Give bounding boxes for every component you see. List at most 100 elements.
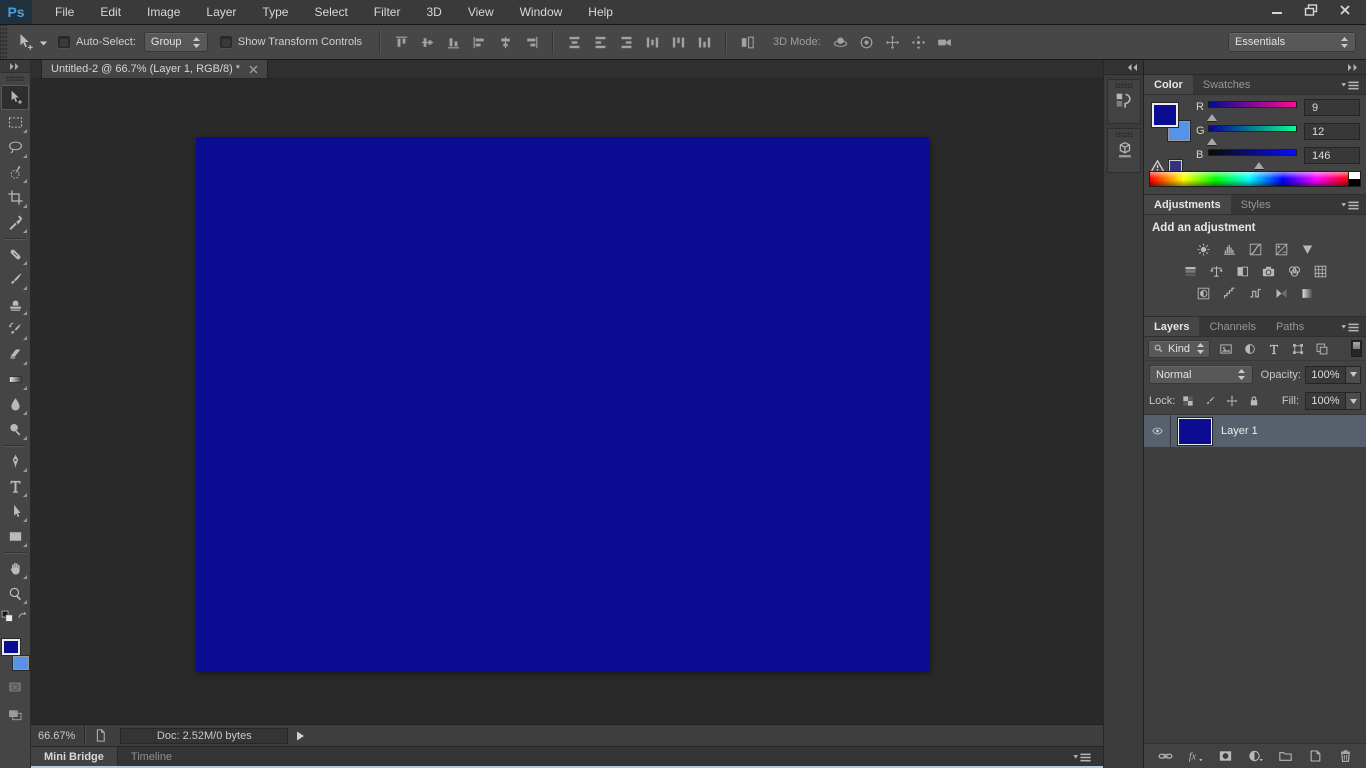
channel-slider-b[interactable] bbox=[1208, 147, 1297, 169]
auto-select-target-select[interactable]: Group bbox=[143, 32, 208, 52]
align-bottom-edges-icon[interactable] bbox=[441, 30, 465, 54]
hue-saturation-icon[interactable] bbox=[1178, 262, 1202, 280]
show-transform-checkbox[interactable] bbox=[219, 36, 232, 48]
align-horizontal-centers-icon[interactable] bbox=[493, 30, 517, 54]
delete-layer-icon[interactable] bbox=[1334, 747, 1356, 766]
hand-tool[interactable] bbox=[1, 556, 29, 581]
zoom-tool[interactable] bbox=[1, 581, 29, 606]
history-brush-tool[interactable] bbox=[1, 317, 29, 342]
panel-menu-icon[interactable] bbox=[1071, 752, 1093, 763]
smart-object-filter-icon[interactable] bbox=[1311, 340, 1332, 358]
brush-tool[interactable] bbox=[1, 267, 29, 292]
3d-slide-icon[interactable] bbox=[907, 30, 931, 54]
filter-toggle-switch[interactable] bbox=[1351, 340, 1362, 357]
visibility-toggle[interactable] bbox=[1144, 415, 1171, 447]
dock-expand-button[interactable] bbox=[1104, 60, 1143, 75]
tab-styles[interactable]: Styles bbox=[1231, 195, 1281, 214]
blur-tool[interactable] bbox=[1, 392, 29, 417]
background-color-swatch[interactable] bbox=[13, 656, 29, 670]
menu-type[interactable]: Type bbox=[249, 0, 301, 24]
distribute-left-edges-icon[interactable] bbox=[640, 30, 664, 54]
channel-slider-r[interactable] bbox=[1206, 99, 1297, 121]
vibrance-icon[interactable] bbox=[1295, 240, 1319, 258]
invert-icon[interactable] bbox=[1191, 284, 1215, 302]
toolbar-grip[interactable] bbox=[6, 76, 24, 81]
color-balance-icon[interactable] bbox=[1204, 262, 1228, 280]
layer-row[interactable]: Layer 1 bbox=[1144, 415, 1366, 447]
lock-all-icon[interactable] bbox=[1245, 392, 1262, 410]
color-lookup-icon[interactable] bbox=[1308, 262, 1332, 280]
canvas-workspace[interactable] bbox=[31, 79, 1103, 724]
distribute-horizontal-centers-icon[interactable] bbox=[666, 30, 690, 54]
auto-select-checkbox[interactable] bbox=[58, 36, 70, 48]
minimize-button[interactable] bbox=[1260, 0, 1294, 19]
menu-select[interactable]: Select bbox=[301, 0, 360, 24]
rectangular-marquee-tool[interactable] bbox=[1, 110, 29, 135]
fill-dropdown-arrow[interactable] bbox=[1346, 392, 1361, 410]
menu-3d[interactable]: 3D bbox=[413, 0, 454, 24]
distribute-right-edges-icon[interactable] bbox=[692, 30, 716, 54]
white-swatch[interactable] bbox=[1349, 172, 1360, 179]
menu-view[interactable]: View bbox=[455, 0, 507, 24]
auto-align-layers-icon[interactable] bbox=[735, 30, 759, 54]
tab-color[interactable]: Color bbox=[1144, 75, 1193, 94]
brightness-contrast-icon[interactable] bbox=[1191, 240, 1215, 258]
status-options-arrow-icon[interactable] bbox=[294, 730, 306, 742]
3d-roll-icon[interactable] bbox=[855, 30, 879, 54]
new-group-icon[interactable] bbox=[1274, 747, 1296, 766]
channel-value-r[interactable]: 9 bbox=[1304, 99, 1360, 116]
threed-panel-button[interactable] bbox=[1106, 128, 1141, 173]
foreground-color-swatch[interactable] bbox=[1152, 103, 1178, 127]
tab-adjustments[interactable]: Adjustments bbox=[1144, 195, 1231, 214]
panel-menu-icon[interactable] bbox=[1339, 322, 1361, 333]
menu-edit[interactable]: Edit bbox=[87, 0, 134, 24]
clone-stamp-tool[interactable] bbox=[1, 292, 29, 317]
type-layer-filter-icon[interactable] bbox=[1263, 340, 1284, 358]
slider-thumb[interactable] bbox=[1253, 157, 1264, 169]
curves-icon[interactable] bbox=[1243, 240, 1267, 258]
menu-file[interactable]: File bbox=[42, 0, 87, 24]
slider-thumb[interactable] bbox=[1206, 109, 1217, 121]
pixel-layer-filter-icon[interactable] bbox=[1215, 340, 1236, 358]
3d-rotate-icon[interactable] bbox=[829, 30, 853, 54]
link-layers-icon[interactable] bbox=[1154, 747, 1176, 766]
document-info-field[interactable]: Doc: 2.52M/0 bytes bbox=[120, 727, 289, 744]
restore-button[interactable] bbox=[1294, 0, 1328, 19]
panel-menu-icon[interactable] bbox=[1339, 80, 1361, 91]
screen-mode-button[interactable] bbox=[2, 704, 28, 726]
slider-thumb[interactable] bbox=[1207, 133, 1218, 145]
tab-channels[interactable]: Channels bbox=[1199, 317, 1265, 336]
eraser-tool[interactable] bbox=[1, 342, 29, 367]
options-bar-grip[interactable] bbox=[0, 25, 7, 59]
tool-preset-picker[interactable] bbox=[15, 32, 48, 52]
quick-mask-button[interactable] bbox=[2, 676, 28, 698]
document-canvas[interactable] bbox=[196, 137, 929, 671]
default-colors-icon[interactable] bbox=[1, 610, 14, 623]
new-layer-icon[interactable] bbox=[1304, 747, 1326, 766]
fill-field[interactable]: 100% bbox=[1305, 392, 1346, 410]
type-tool[interactable] bbox=[1, 474, 29, 499]
crop-tool[interactable] bbox=[1, 185, 29, 210]
lasso-tool[interactable] bbox=[1, 135, 29, 160]
foreground-color-swatch[interactable] bbox=[2, 639, 20, 655]
history-panel-button[interactable] bbox=[1106, 79, 1141, 124]
tab-timeline[interactable]: Timeline bbox=[118, 747, 185, 766]
menu-help[interactable]: Help bbox=[575, 0, 626, 24]
lock-transparency-icon[interactable] bbox=[1179, 392, 1196, 410]
photo-filter-icon[interactable] bbox=[1256, 262, 1280, 280]
align-right-edges-icon[interactable] bbox=[519, 30, 543, 54]
lock-image-icon[interactable] bbox=[1201, 392, 1218, 410]
close-button[interactable] bbox=[1328, 0, 1362, 19]
path-selection-tool[interactable] bbox=[1, 499, 29, 524]
black-white-icon[interactable] bbox=[1230, 262, 1254, 280]
panel-menu-icon[interactable] bbox=[1339, 200, 1361, 211]
layer-style-fx-icon[interactable]: fx bbox=[1184, 747, 1206, 766]
rectangle-tool[interactable] bbox=[1, 524, 29, 549]
swap-colors-icon[interactable] bbox=[16, 610, 29, 623]
shape-layer-filter-icon[interactable] bbox=[1287, 340, 1308, 358]
workspace-select[interactable]: Essentials bbox=[1228, 32, 1356, 52]
spot-healing-brush-tool[interactable] bbox=[1, 242, 29, 267]
distribute-bottom-edges-icon[interactable] bbox=[614, 30, 638, 54]
align-vertical-centers-icon[interactable] bbox=[415, 30, 439, 54]
align-top-edges-icon[interactable] bbox=[389, 30, 413, 54]
